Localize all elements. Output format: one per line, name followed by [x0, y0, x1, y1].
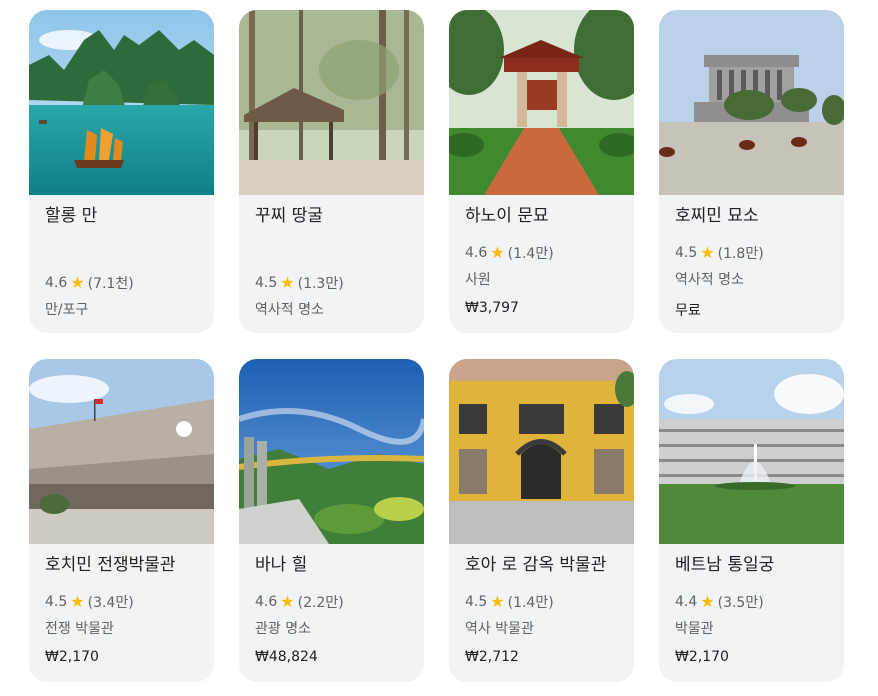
review-count: (1.4만) [507, 246, 554, 262]
place-card-temple-of-literature[interactable]: 하노이 문묘 4.6 ★ (1.4만) 사원 ₩3,797 [449, 10, 634, 333]
star-icon: ★ [280, 273, 295, 292]
admission-price: ₩2,712 [465, 649, 519, 665]
place-photo [659, 359, 844, 544]
star-icon: ★ [700, 243, 715, 262]
place-category: 박물관 [675, 621, 714, 637]
place-name: 할롱 만 [45, 206, 98, 226]
place-photo [29, 359, 214, 544]
review-count: (1.3만) [297, 276, 344, 292]
place-photo [239, 10, 424, 195]
rating-row: 4.5 ★ (1.4만) [465, 592, 554, 612]
rating-value: 4.5 [45, 594, 68, 610]
place-photo [449, 10, 634, 195]
place-card-cu-chi-tunnels[interactable]: 꾸찌 땅굴 4.5 ★ (1.3만) 역사적 명소 [239, 10, 424, 333]
star-icon: ★ [70, 273, 85, 292]
place-name: 바나 힐 [255, 555, 308, 575]
rating-value: 4.6 [45, 275, 68, 291]
place-category: 관광 명소 [255, 621, 311, 637]
rating-value: 4.6 [255, 594, 278, 610]
place-category: 만/포구 [45, 302, 89, 318]
rating-value: 4.5 [465, 594, 488, 610]
place-photo [29, 10, 214, 195]
rating-row: 4.5 ★ (1.8만) [675, 243, 764, 263]
place-card-war-remnants-museum[interactable]: 호치민 전쟁박물관 4.5 ★ (3.4만) 전쟁 박물관 ₩2,170 [29, 359, 214, 682]
place-name: 호찌민 묘소 [675, 206, 759, 226]
rating-value: 4.4 [675, 594, 698, 610]
place-category: 역사적 명소 [675, 272, 744, 288]
star-icon: ★ [70, 592, 85, 611]
place-card-ha-long-bay[interactable]: 할롱 만 4.6 ★ (7.1천) 만/포구 [29, 10, 214, 333]
star-icon: ★ [490, 243, 505, 262]
place-photo [659, 10, 844, 195]
rating-row: 4.6 ★ (1.4만) [465, 243, 554, 263]
rating-value: 4.5 [255, 275, 278, 291]
place-category: 역사 박물관 [465, 621, 534, 637]
place-category: 전쟁 박물관 [45, 621, 114, 637]
rating-row: 4.5 ★ (1.3만) [255, 273, 344, 293]
place-card-ho-chi-minh-mausoleum[interactable]: 호찌민 묘소 4.5 ★ (1.8만) 역사적 명소 무료 [659, 10, 844, 333]
place-card-ba-na-hills[interactable]: 바나 힐 4.6 ★ (2.2만) 관광 명소 ₩48,824 [239, 359, 424, 682]
place-name: 하노이 문묘 [465, 206, 549, 226]
rating-row: 4.6 ★ (7.1천) [45, 273, 134, 293]
star-icon: ★ [490, 592, 505, 611]
attractions-grid: 할롱 만 4.6 ★ (7.1천) 만/포구 꾸찌 땅굴 4.5 ★ (1.3만… [29, 10, 844, 682]
rating-row: 4.6 ★ (2.2만) [255, 592, 344, 612]
place-name: 베트남 통일궁 [675, 555, 775, 575]
place-category: 사원 [465, 272, 491, 288]
place-name: 호치민 전쟁박물관 [45, 555, 176, 575]
place-name: 호아 로 감옥 박물관 [465, 555, 607, 575]
place-card-independence-palace[interactable]: 베트남 통일궁 4.4 ★ (3.5만) 박물관 ₩2,170 [659, 359, 844, 682]
rating-value: 4.5 [675, 245, 698, 261]
review-count: (1.4만) [507, 595, 554, 611]
admission-price: 무료 [675, 303, 701, 319]
rating-row: 4.5 ★ (3.4만) [45, 592, 134, 612]
place-photo [449, 359, 634, 544]
review-count: (3.4만) [87, 595, 134, 611]
admission-price: ₩3,797 [465, 300, 519, 316]
review-count: (1.8만) [717, 246, 764, 262]
place-name: 꾸찌 땅굴 [255, 206, 323, 226]
review-count: (7.1천) [87, 276, 134, 292]
place-card-hoa-lo-prison[interactable]: 호아 로 감옥 박물관 4.5 ★ (1.4만) 역사 박물관 ₩2,712 [449, 359, 634, 682]
place-photo [239, 359, 424, 544]
review-count: (3.5만) [717, 595, 764, 611]
place-category: 역사적 명소 [255, 302, 324, 318]
review-count: (2.2만) [297, 595, 344, 611]
rating-row: 4.4 ★ (3.5만) [675, 592, 764, 612]
admission-price: ₩2,170 [675, 649, 729, 665]
star-icon: ★ [700, 592, 715, 611]
rating-value: 4.6 [465, 245, 488, 261]
star-icon: ★ [280, 592, 295, 611]
admission-price: ₩2,170 [45, 649, 99, 665]
admission-price: ₩48,824 [255, 649, 318, 665]
